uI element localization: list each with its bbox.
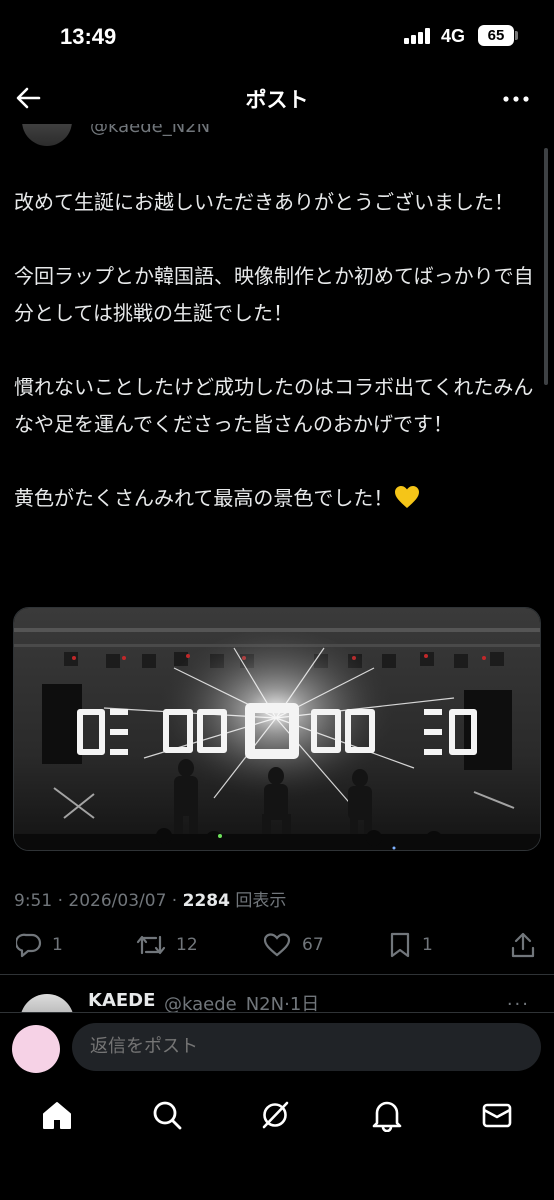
- repost-count: 12: [176, 935, 198, 955]
- bookmark-action[interactable]: 1: [388, 928, 433, 962]
- view-count[interactable]: 2284: [183, 891, 230, 911]
- status-bar: 13:49 4G 65: [0, 0, 554, 72]
- repost-action[interactable]: 12: [136, 928, 198, 962]
- share-icon: [511, 932, 535, 958]
- reply-count: 1: [52, 935, 63, 955]
- post-meta: 9:51 · 2026/03/07 · 2284 回表示: [14, 891, 287, 911]
- battery-icon: 65: [478, 25, 514, 46]
- bell-icon[interactable]: [370, 1098, 404, 1132]
- like-count: 67: [302, 935, 324, 955]
- divider: [0, 974, 554, 975]
- search-icon[interactable]: [150, 1098, 184, 1132]
- repost-icon: [136, 935, 166, 955]
- post-actions: 1 12 67 1: [0, 928, 554, 962]
- home-icon[interactable]: [40, 1098, 74, 1132]
- reply-icon: [16, 933, 42, 958]
- share-action[interactable]: [510, 928, 536, 962]
- my-avatar: [12, 1025, 60, 1073]
- mail-icon[interactable]: [480, 1098, 514, 1132]
- reply-compose-bar: [0, 1012, 554, 1082]
- yellow-heart-icon: [395, 486, 420, 508]
- more-options-icon[interactable]: [502, 85, 530, 113]
- status-time: 13:49: [60, 24, 117, 49]
- scrollbar[interactable]: [544, 148, 548, 385]
- reply-author-name[interactable]: KAEDE: [88, 990, 155, 1011]
- bottom-tab-bar: [0, 1082, 554, 1200]
- signal-icon: [404, 28, 434, 44]
- reply-input[interactable]: [72, 1023, 541, 1071]
- post-time: 9:51: [14, 891, 53, 911]
- bookmark-icon: [390, 932, 410, 958]
- post-paragraph: 慣れないことしたけど成功したのはコラボ出てくれたみんなや足を運んでくださった皆さ…: [14, 375, 534, 436]
- reply-action[interactable]: 1: [16, 928, 63, 962]
- top-header: ポスト: [0, 72, 554, 124]
- post-image[interactable]: [13, 607, 541, 851]
- concert-stage-image: [14, 608, 540, 850]
- grok-icon[interactable]: [258, 1098, 292, 1132]
- like-heart-icon: [263, 933, 291, 957]
- post-paragraph: 黄色がたくさんみれて最高の景色でした！: [14, 480, 539, 517]
- post-paragraph: 改めて生誕にお越しいただきありがとうございました！: [14, 190, 514, 214]
- like-action[interactable]: 67: [262, 928, 324, 962]
- network-label: 4G: [441, 26, 466, 46]
- battery-tip: [515, 31, 518, 40]
- view-label: 回表示: [235, 891, 287, 911]
- page-title: ポスト: [245, 88, 309, 112]
- post-text: 改めて生誕にお越しいただきありがとうございました！ 今回ラップとか韓国語、映像制…: [14, 184, 539, 517]
- post-date: 2026/03/07: [68, 891, 167, 911]
- post-paragraph: 今回ラップとか韓国語、映像制作とか初めてばっかりで自分としては挑戦の生誕でした！: [14, 264, 534, 325]
- bookmark-count: 1: [422, 935, 433, 955]
